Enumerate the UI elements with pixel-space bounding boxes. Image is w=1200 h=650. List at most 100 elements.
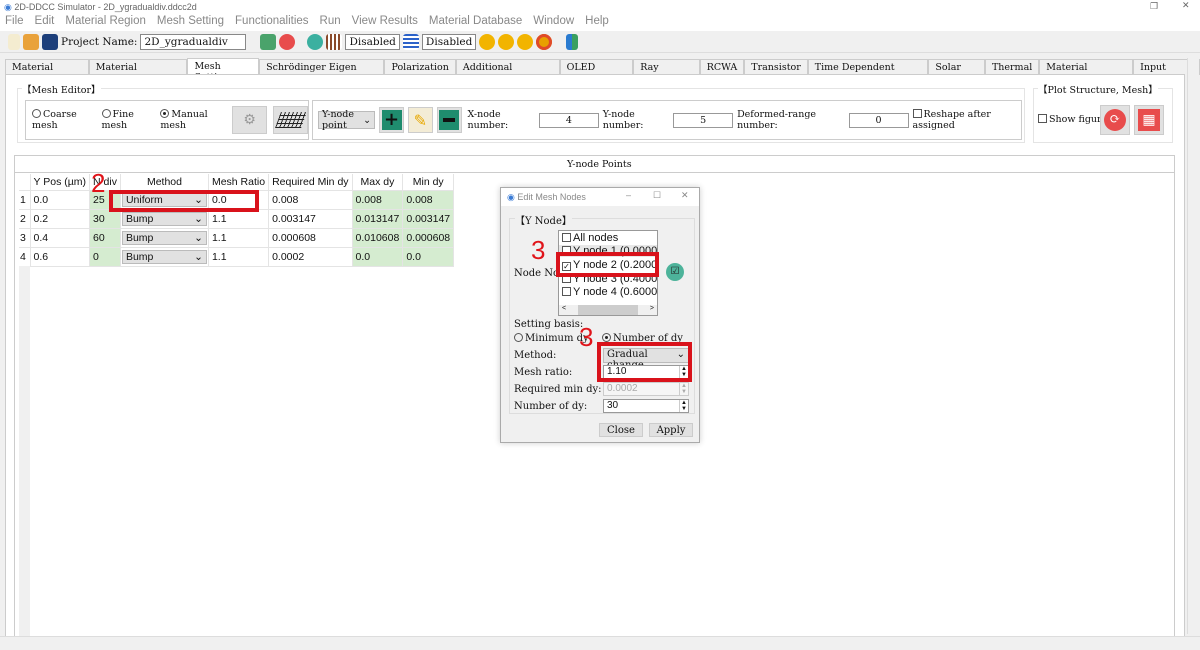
menu-run[interactable]: Run xyxy=(320,15,341,31)
step-3-annotation-node: 3 xyxy=(531,235,546,265)
layout-plot-button[interactable]: ▦ xyxy=(1134,105,1164,135)
edit-node-button[interactable]: ✎ xyxy=(407,107,433,133)
refresh-plot-button[interactable]: ⟳ xyxy=(1100,105,1130,135)
save-icon[interactable] xyxy=(42,33,58,50)
menu-material-database[interactable]: Material Database xyxy=(429,15,522,31)
mesh-type-box: Coarse mesh Fine mesh Manual mesh ⚙ xyxy=(25,100,309,140)
run-icon[interactable] xyxy=(479,33,496,50)
run-all-icon[interactable] xyxy=(498,33,515,50)
required-min-dy-cell[interactable]: 0.003147 xyxy=(268,209,353,229)
tab-material-parameter[interactable]: Material Parameter xyxy=(88,59,188,84)
fine-mesh-radio[interactable]: Fine mesh xyxy=(101,109,155,131)
mesh-settings-button[interactable]: ⚙ xyxy=(232,106,268,134)
tab-bar: Material Region Material Parameter Mesh … xyxy=(5,58,1200,84)
minimum-dy-radio[interactable]: Minimum dy xyxy=(514,333,589,344)
mesh-ratio-cell[interactable]: 1.1 xyxy=(208,228,270,248)
manual-mesh-radio[interactable]: Manual mesh xyxy=(160,109,226,131)
ypos-cell[interactable]: 0.0 xyxy=(30,190,91,210)
dialog-app-icon: ◉ xyxy=(507,192,518,202)
tab-solar-cell[interactable]: Solar Cell xyxy=(928,59,985,84)
network-icon[interactable] xyxy=(307,33,324,50)
project-name-input[interactable]: 2D_ygradualdiv xyxy=(140,33,247,50)
reshape-checkbox[interactable]: Reshape after assigned xyxy=(912,109,1021,131)
x-node-input[interactable]: 4 xyxy=(538,112,599,128)
y-node-input[interactable]: 5 xyxy=(673,112,734,128)
disabled-select-1[interactable]: Disabled xyxy=(345,33,400,50)
tab-rcwa[interactable]: RCWA xyxy=(699,59,745,75)
vertical-scrollbar[interactable] xyxy=(1187,58,1199,634)
add-node-button[interactable]: + xyxy=(379,107,404,133)
restore-icon[interactable]: ❐ xyxy=(1150,1,1158,12)
mesh-editor-title: 【Mesh Editor】 xyxy=(22,82,101,96)
max-dy-cell: 0.0 xyxy=(352,247,404,267)
tab-mesh-setting[interactable]: Mesh Setting xyxy=(187,58,260,83)
method-select[interactable]: Bump ⌄ xyxy=(121,211,207,226)
menu-file[interactable]: File xyxy=(5,15,24,31)
coarse-mesh-radio[interactable]: Coarse mesh xyxy=(32,109,96,131)
mesh-ratio-cell[interactable]: 1.1 xyxy=(208,247,270,267)
menu-functionalities[interactable]: Functionalities xyxy=(235,15,309,31)
ndiv-cell[interactable]: 0 xyxy=(89,247,121,267)
col-max-dy: Max dy xyxy=(352,174,404,191)
tab-polarization[interactable]: Polarization xyxy=(384,59,456,75)
ypos-cell[interactable]: 0.4 xyxy=(30,228,91,248)
stop-icon[interactable] xyxy=(536,33,553,50)
tab-additional-functions[interactable]: Additional Functions xyxy=(455,59,560,84)
number-of-dy-spinbox[interactable]: 30 ▲ ▼ xyxy=(603,399,689,413)
column-icon[interactable] xyxy=(326,33,343,50)
select-nodes-button[interactable]: ☑ xyxy=(666,263,684,281)
col-ypos: Y Pos (µm) xyxy=(30,174,91,191)
menu-view-results[interactable]: View Results xyxy=(352,15,418,31)
minimize-icon[interactable]: – xyxy=(626,190,631,200)
minus-icon xyxy=(439,110,460,130)
status-bar xyxy=(0,636,1200,650)
tab-material-region[interactable]: Material Region xyxy=(5,59,89,84)
node-list-hscrollbar[interactable]: < > xyxy=(559,305,657,315)
node-item-all[interactable]: All nodes xyxy=(559,231,657,245)
chart-icon[interactable] xyxy=(566,33,579,50)
disabled-select-2[interactable]: Disabled xyxy=(421,33,477,50)
setting-basis-label: Setting basis: xyxy=(514,319,584,330)
open-folder-icon[interactable] xyxy=(23,33,39,50)
ndiv-cell[interactable]: 60 xyxy=(89,228,121,248)
method-select[interactable]: Bump ⌄ xyxy=(121,249,207,264)
row-number: 2 xyxy=(19,209,31,229)
tab-ray-tracing[interactable]: Ray Tracing xyxy=(633,59,700,84)
close-window-icon[interactable]: ✕ xyxy=(1182,0,1190,11)
dialog-close-icon[interactable]: ✕ xyxy=(681,190,689,201)
tab-time-dependent[interactable]: Time Dependent Module xyxy=(807,59,929,84)
menu-material-region[interactable]: Material Region xyxy=(65,15,146,31)
mesh-grid-button[interactable] xyxy=(273,106,308,134)
tab-schrodinger[interactable]: Schrödinger Eigen Solver xyxy=(259,59,385,84)
apply-button[interactable]: Apply xyxy=(649,423,693,437)
menu-help[interactable]: Help xyxy=(585,15,609,31)
tab-material-database[interactable]: Material Database xyxy=(1039,59,1134,84)
run-batch-icon[interactable] xyxy=(517,33,534,50)
new-file-icon[interactable] xyxy=(8,33,20,50)
reload-icon[interactable] xyxy=(279,33,296,50)
list-icon[interactable] xyxy=(402,33,419,50)
refresh-structure-icon[interactable] xyxy=(260,33,277,50)
required-min-dy-cell[interactable]: 0.008 xyxy=(268,190,353,210)
tab-oled-setting[interactable]: OLED Setting xyxy=(559,59,634,84)
close-button[interactable]: Close xyxy=(599,423,643,437)
ypos-cell[interactable]: 0.2 xyxy=(30,209,91,229)
window-title: 2D-DDCC Simulator - 2D_ygradualdiv.ddcc2… xyxy=(14,2,197,12)
method-select[interactable]: Bump ⌄ xyxy=(121,230,207,245)
required-min-dy-cell[interactable]: 0.0002 xyxy=(268,247,353,267)
maximize-icon[interactable]: ☐ xyxy=(653,190,661,201)
tab-transistor[interactable]: Transistor xyxy=(744,59,808,75)
menu-edit[interactable]: Edit xyxy=(35,15,55,31)
show-figure-checkbox[interactable]: Show figure xyxy=(1038,114,1107,125)
ypos-cell[interactable]: 0.6 xyxy=(30,247,91,267)
node-type-select[interactable]: Y-node point ⌄ xyxy=(318,109,376,131)
node-item-4[interactable]: Y node 4 (0.6000 µ xyxy=(559,285,657,299)
tab-thermal[interactable]: Thermal xyxy=(984,59,1040,75)
menu-mesh-setting[interactable]: Mesh Setting xyxy=(157,15,224,31)
deformed-range-input[interactable]: 0 xyxy=(848,112,909,128)
menu-window[interactable]: Window xyxy=(533,15,574,31)
node-editor-box: Y-node point ⌄ + ✎ X-node number: 4 Y-nod… xyxy=(312,100,1022,140)
required-min-dy-cell[interactable]: 0.000608 xyxy=(268,228,353,248)
project-name-label: Project Name: xyxy=(61,35,138,48)
remove-node-button[interactable] xyxy=(436,107,462,133)
